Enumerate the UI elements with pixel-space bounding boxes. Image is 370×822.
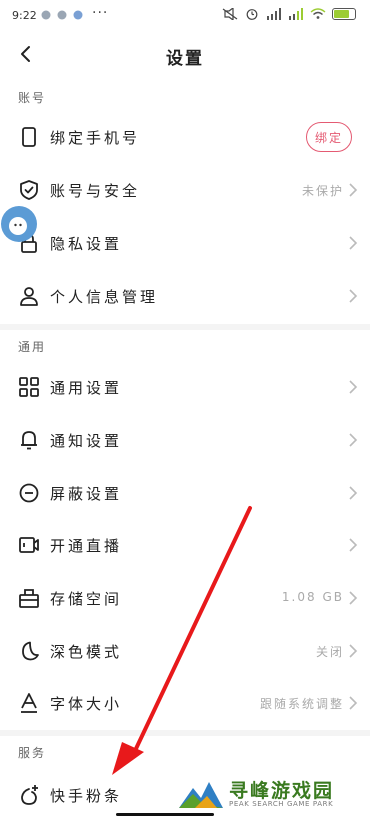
row-label: 通用设置 <box>50 379 123 397</box>
battery-icon <box>332 8 356 20</box>
hd-signal-icon <box>289 8 303 20</box>
row-label: 开通直播 <box>50 537 123 555</box>
home-indicator[interactable] <box>116 813 214 816</box>
row-personal-info[interactable]: 个人信息管理 <box>0 271 370 323</box>
watermark-title: 寻峰游戏园 <box>229 780 335 802</box>
chevron-right-icon <box>349 236 358 250</box>
row-value: 跟随系统调整 <box>259 697 344 711</box>
row-account-security[interactable]: 账号与安全 未保护 <box>0 165 370 217</box>
hd-signal-icon <box>267 8 281 20</box>
row-block-settings[interactable]: 屏蔽设置 <box>0 468 370 520</box>
row-value: 未保护 <box>301 184 344 198</box>
shield-check-icon <box>20 180 38 200</box>
watermark-logo-icon <box>179 782 223 808</box>
row-bind-phone[interactable]: 绑定手机号 绑定 <box>0 112 370 164</box>
section-divider <box>0 730 370 736</box>
notification-icon <box>41 10 83 20</box>
section-general-label: 通用 <box>18 340 47 354</box>
status-bar: 9:22 ··· <box>0 0 370 32</box>
row-label: 屏蔽设置 <box>50 485 123 503</box>
status-right <box>222 8 356 20</box>
chevron-right-icon <box>349 696 358 710</box>
row-storage[interactable]: 存储空间 1.08 GB <box>0 573 370 625</box>
row-label: 隐私设置 <box>50 235 123 253</box>
notification-icons <box>40 9 88 24</box>
chevron-right-icon <box>349 380 358 394</box>
fans-icon <box>21 785 38 805</box>
storage-icon <box>19 589 39 608</box>
status-time: 9:22 <box>12 9 37 22</box>
row-label: 绑定手机号 <box>50 129 141 147</box>
user-icon <box>20 287 38 306</box>
chevron-right-icon <box>349 289 358 303</box>
watermark: 寻峰游戏园 PEAK SEARCH GAME PARK <box>177 776 362 814</box>
chevron-right-icon <box>349 486 358 500</box>
chevron-right-icon <box>349 644 358 658</box>
chevron-right-icon <box>349 183 358 197</box>
minus-circle-icon <box>19 483 39 503</box>
row-label: 快手粉条 <box>50 787 123 805</box>
font-icon <box>21 693 37 713</box>
floating-assistant-icon[interactable] <box>0 205 38 243</box>
chevron-right-icon <box>349 433 358 447</box>
nav-bar: 设置 <box>0 32 370 78</box>
phone-icon <box>22 127 36 147</box>
bell-icon <box>21 431 37 450</box>
mute-icon <box>222 8 238 20</box>
row-dark-mode[interactable]: 深色模式 关闭 <box>0 626 370 678</box>
video-icon <box>19 537 39 553</box>
alarm-icon <box>246 9 258 20</box>
row-general-settings[interactable]: 通用设置 <box>0 362 370 414</box>
row-label: 字体大小 <box>50 695 123 713</box>
grid-icon <box>19 377 39 397</box>
row-value: 关闭 <box>315 645 344 659</box>
row-label: 深色模式 <box>50 643 123 661</box>
row-live[interactable]: 开通直播 <box>0 520 370 572</box>
row-label: 存储空间 <box>50 590 123 608</box>
watermark-subtitle: PEAK SEARCH GAME PARK <box>229 800 334 808</box>
more-notifications: ··· <box>92 5 109 21</box>
wifi-icon <box>310 8 326 19</box>
chevron-right-icon <box>349 591 358 605</box>
bind-button[interactable]: 绑定 <box>306 122 352 152</box>
section-divider <box>0 324 370 330</box>
moon-icon <box>22 641 39 661</box>
row-notification-settings[interactable]: 通知设置 <box>0 415 370 467</box>
row-label: 账号与安全 <box>50 182 141 200</box>
row-label: 个人信息管理 <box>50 288 159 306</box>
row-value: 1.08 GB <box>281 590 344 604</box>
row-label: 通知设置 <box>50 432 123 450</box>
row-font-size[interactable]: 字体大小 跟随系统调整 <box>0 678 370 730</box>
section-account-label: 账号 <box>18 91 47 105</box>
chevron-right-icon <box>349 538 358 552</box>
section-services-label: 服务 <box>18 746 47 760</box>
row-privacy[interactable]: 隐私设置 <box>0 218 370 270</box>
page-title: 设置 <box>166 49 204 69</box>
